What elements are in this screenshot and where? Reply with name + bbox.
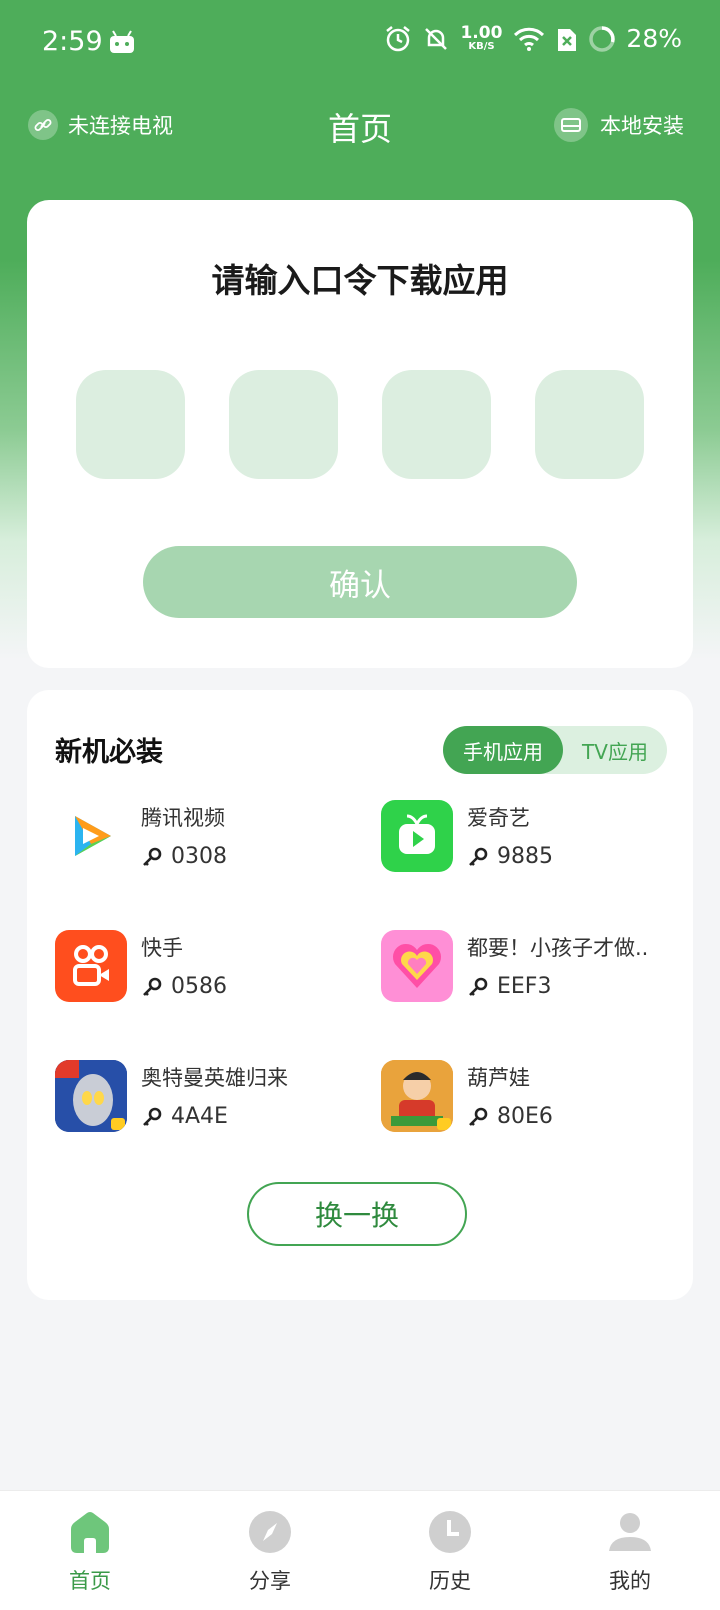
network-speed: 1.00 KB/S <box>460 25 502 52</box>
home-icon <box>71 1512 109 1553</box>
tab-phone-apps[interactable]: 手机应用 <box>443 726 563 774</box>
app-code: EEF3 <box>467 974 551 999</box>
key-icon <box>143 977 162 996</box>
tab-profile[interactable]: 我的 <box>540 1491 720 1610</box>
app-name: 都要！小孩子才做.. <box>467 936 649 960</box>
app-item[interactable]: 奥特曼英雄归来 4A4E <box>55 1060 355 1140</box>
drive-icon <box>554 108 588 142</box>
code-input-group <box>76 370 644 479</box>
battery-percent: 28% <box>626 24 682 53</box>
app-code: 80E6 <box>467 1104 553 1129</box>
recommended-apps-card: 新机必装 手机应用 TV应用 腾讯视频 0308 爱奇艺 9885 快手 058… <box>27 690 693 1300</box>
tab-home[interactable]: 首页 <box>0 1491 180 1610</box>
app-code-value: EEF3 <box>497 974 552 999</box>
android-notification-icon <box>110 30 134 53</box>
key-icon <box>143 847 162 866</box>
kuaishou-icon <box>55 930 127 1002</box>
app-item[interactable]: 爱奇艺 9885 <box>381 800 681 880</box>
mute-bell-icon <box>425 27 448 50</box>
app-code-value: 0586 <box>171 974 227 999</box>
tab-home-label: 首页 <box>69 1569 111 1593</box>
top-nav: 未连接电视 首页 本地安装 <box>0 100 720 154</box>
local-install-button[interactable]: 本地安装 <box>554 108 684 142</box>
app-code: 0308 <box>141 844 227 869</box>
tab-tv-apps[interactable]: TV应用 <box>563 726 667 774</box>
heart-game-icon <box>381 930 453 1002</box>
compass-icon <box>249 1511 291 1553</box>
app-item[interactable]: 都要！小孩子才做.. EEF3 <box>381 930 681 1010</box>
app-code-value: 80E6 <box>497 1104 553 1129</box>
iqiyi-icon <box>381 800 453 872</box>
network-speed-unit: KB/S <box>468 41 495 52</box>
local-install-label: 本地安装 <box>600 114 684 138</box>
status-bar: 2:59 1.00 KB/S 28% <box>0 0 720 86</box>
wifi-icon <box>514 27 545 51</box>
key-icon <box>143 1107 162 1126</box>
key-icon <box>469 847 488 866</box>
app-item[interactable]: 快手 0586 <box>55 930 355 1010</box>
app-item[interactable]: 腾讯视频 0308 <box>55 800 355 880</box>
code-input-3[interactable] <box>382 370 491 479</box>
app-type-switch: 手机应用 TV应用 <box>443 726 667 774</box>
confirm-button[interactable]: 确认 <box>143 546 577 618</box>
key-icon <box>469 977 488 996</box>
app-code: 0586 <box>141 974 227 999</box>
app-name: 奥特曼英雄归来 <box>141 1066 288 1090</box>
app-code: 4A4E <box>141 1104 228 1129</box>
network-speed-value: 1.00 <box>460 23 503 43</box>
ultraman-icon <box>55 1060 127 1132</box>
app-code-value: 4A4E <box>171 1104 228 1129</box>
app-code: 9885 <box>467 844 553 869</box>
tab-share[interactable]: 分享 <box>180 1491 360 1610</box>
tencent-video-icon <box>55 800 127 872</box>
code-entry-card: 请输入口令下载应用 确认 <box>27 200 693 668</box>
tab-history-label: 历史 <box>429 1569 471 1593</box>
tab-share-label: 分享 <box>249 1569 291 1593</box>
status-time: 2:59 <box>42 26 103 57</box>
refresh-apps-button[interactable]: 换一换 <box>247 1182 467 1246</box>
app-code-value: 9885 <box>497 844 553 869</box>
app-code-value: 0308 <box>171 844 227 869</box>
tab-profile-label: 我的 <box>609 1569 651 1593</box>
app-name: 快手 <box>141 936 183 960</box>
clock-icon <box>429 1511 471 1553</box>
key-icon <box>469 1107 488 1126</box>
calabash-brothers-icon <box>381 1060 453 1132</box>
app-item[interactable]: 葫芦娃 80E6 <box>381 1060 681 1140</box>
person-icon <box>609 1513 651 1551</box>
code-input-1[interactable] <box>76 370 185 479</box>
code-entry-title: 请输入口令下载应用 <box>211 261 509 300</box>
section-title: 新机必装 <box>55 737 163 768</box>
battery-ring-icon <box>589 25 616 52</box>
code-input-4[interactable] <box>535 370 644 479</box>
app-name: 葫芦娃 <box>467 1066 530 1090</box>
tab-history[interactable]: 历史 <box>360 1491 540 1610</box>
bottom-tab-bar: 首页 分享 历史 我的 <box>0 1490 720 1610</box>
app-name: 爱奇艺 <box>467 806 530 830</box>
app-name: 腾讯视频 <box>141 806 225 830</box>
no-sim-icon <box>558 28 577 51</box>
alarm-icon <box>386 25 411 51</box>
code-input-2[interactable] <box>229 370 338 479</box>
